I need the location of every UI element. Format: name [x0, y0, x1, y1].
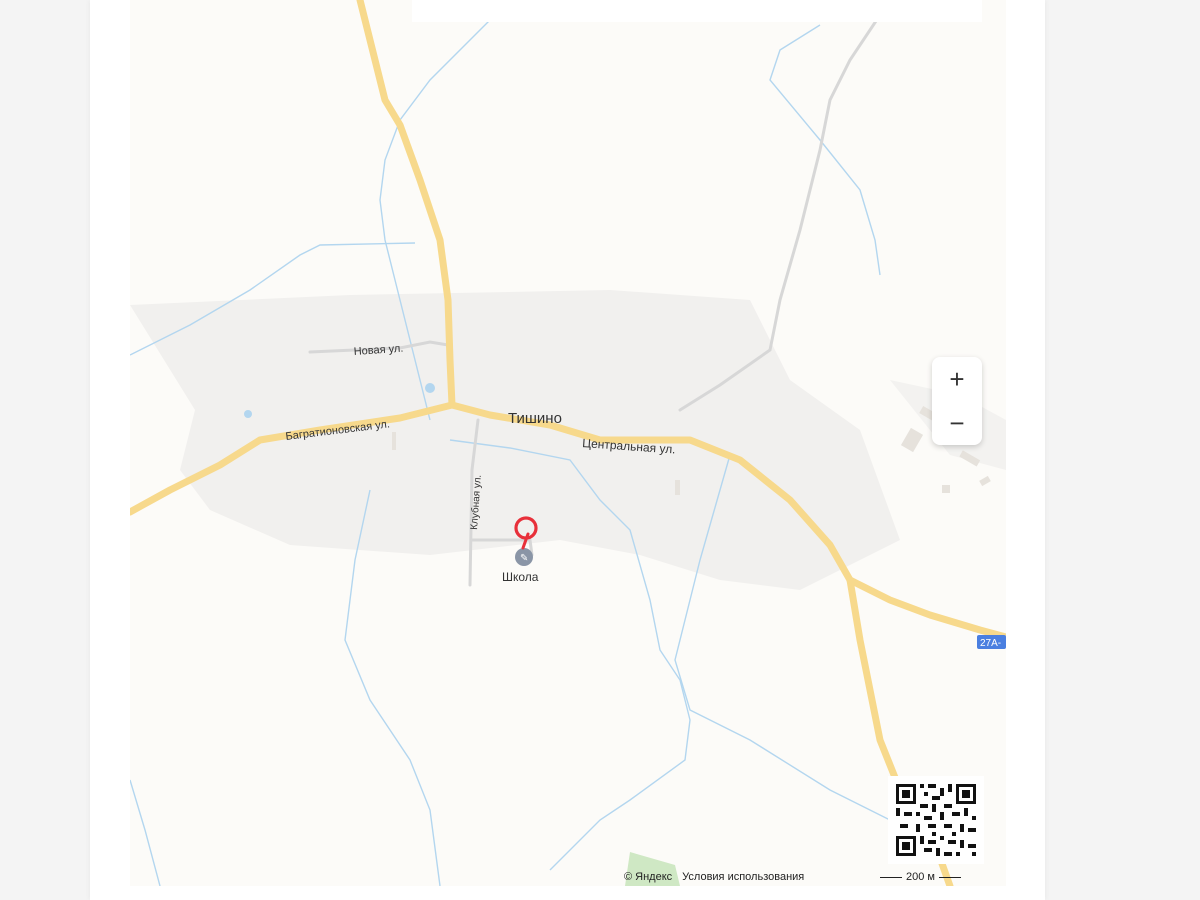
copyright-link[interactable]: © Яндекс — [624, 871, 672, 885]
terms-link[interactable]: Условия использования — [682, 871, 804, 885]
map-canvas[interactable]: Новая ул. Багратионовская ул. Центральна… — [130, 0, 1006, 886]
road-shield-label: 27А- — [980, 638, 1001, 649]
map-view[interactable]: Новая ул. Багратионовская ул. Центральна… — [130, 0, 1006, 886]
map-attribution: © Яндекс Условия использования — [624, 871, 804, 885]
place-label-tishino: Тишино — [508, 410, 562, 427]
qr-code-image — [896, 784, 976, 856]
scale-ruler: 200 м — [880, 871, 961, 883]
zoom-in-button[interactable]: + — [932, 357, 982, 401]
qr-code[interactable] — [888, 776, 984, 864]
zoom-control: + − — [932, 357, 982, 445]
road-shield: 27А- — [977, 635, 1006, 649]
school-icon-glyph: ✎ — [520, 553, 528, 564]
pond-small — [244, 410, 252, 418]
scale-bar-left — [880, 876, 902, 878]
scale-bar-right — [938, 876, 961, 878]
pond — [425, 383, 435, 393]
poi-label-school: Школа — [502, 570, 539, 584]
top-banner — [412, 0, 982, 22]
zoom-out-button[interactable]: − — [932, 401, 982, 445]
scale-label: 200 м — [906, 871, 935, 883]
